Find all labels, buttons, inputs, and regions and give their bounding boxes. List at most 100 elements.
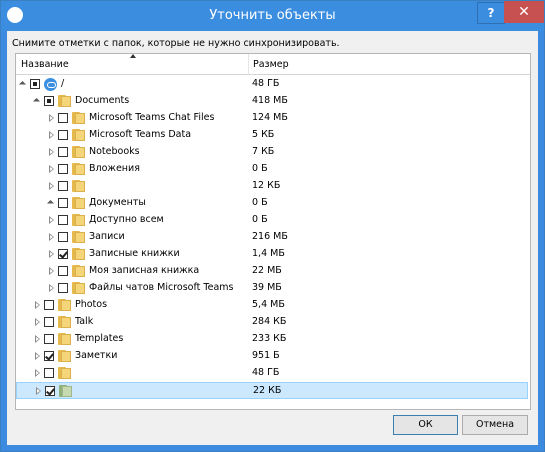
folder-icon (72, 112, 85, 124)
tree-row[interactable]: Заметки 951 Б (16, 348, 528, 365)
expander-collapsed-icon[interactable] (49, 148, 54, 156)
row-size: 48 ГБ (252, 78, 280, 89)
expander-collapsed-icon[interactable] (49, 131, 54, 139)
help-button[interactable]: ? (477, 2, 505, 24)
ok-button[interactable]: ОК (393, 415, 458, 435)
tree-row[interactable]: Записные книжки 1,4 МБ (16, 246, 528, 263)
close-button[interactable]: ✕ (504, 1, 544, 23)
row-checkbox[interactable] (44, 96, 54, 106)
folder-icon (58, 95, 71, 107)
row-checkbox[interactable] (45, 386, 55, 396)
expander-collapsed-icon[interactable] (36, 387, 41, 395)
row-checkbox[interactable] (58, 215, 68, 225)
row-checkbox[interactable] (58, 130, 68, 140)
expander-collapsed-icon[interactable] (49, 165, 54, 173)
tree-row[interactable]: Microsoft Teams Chat Files 124 МБ (16, 110, 528, 127)
row-checkbox[interactable] (58, 181, 68, 191)
tree-row[interactable]: Documents 418 МБ (16, 93, 528, 110)
expander-collapsed-icon[interactable] (35, 335, 40, 343)
tree-row[interactable]: 12 КБ (16, 178, 528, 195)
expander-collapsed-icon[interactable] (49, 267, 54, 275)
tree-row[interactable]: Файлы чатов Microsoft Teams 39 МБ (16, 280, 528, 297)
column-header-name[interactable]: Название (21, 59, 69, 70)
tree-row[interactable]: / 48 ГБ (16, 76, 528, 93)
row-name: Documents (75, 95, 130, 106)
row-size: 12 КБ (252, 180, 281, 191)
tree-row[interactable]: Notebooks 7 КБ (16, 144, 528, 161)
expander-collapsed-icon[interactable] (49, 182, 54, 190)
expander-collapsed-icon[interactable] (35, 318, 40, 326)
title-bar[interactable]: Уточнить объекты ? ✕ (1, 1, 544, 31)
folder-icon (58, 333, 71, 345)
column-separator[interactable] (248, 54, 249, 74)
expander-collapsed-icon[interactable] (35, 369, 40, 377)
expander-collapsed-icon[interactable] (49, 216, 54, 224)
folder-icon (58, 350, 71, 362)
row-checkbox[interactable] (58, 283, 68, 293)
row-name: Microsoft Teams Data (89, 129, 192, 140)
row-name: Документы (89, 197, 146, 208)
row-size: 0 Б (252, 163, 268, 174)
tree-row[interactable]: Вложения 0 Б (16, 161, 528, 178)
row-size: 0 Б (252, 214, 268, 225)
row-size: 124 МБ (252, 112, 288, 123)
folder-icon (58, 316, 71, 328)
row-size: 0 Б (252, 197, 268, 208)
tree-row[interactable]: Templates 233 КБ (16, 331, 528, 348)
expander-open-icon[interactable] (18, 80, 27, 89)
row-checkbox[interactable] (58, 249, 68, 259)
row-checkbox[interactable] (58, 232, 68, 242)
row-checkbox[interactable] (44, 300, 54, 310)
row-size: 233 КБ (252, 333, 287, 344)
row-size: 48 ГБ (252, 367, 280, 378)
expander-open-icon[interactable] (46, 199, 55, 208)
folder-tree[interactable]: Название Размер / 48 ГБ Documents 418 МБ Mic… (15, 53, 531, 410)
row-checkbox[interactable] (58, 198, 68, 208)
row-name: Файлы чатов Microsoft Teams (89, 282, 234, 293)
row-checkbox[interactable] (30, 79, 40, 89)
row-checkbox[interactable] (58, 266, 68, 276)
expander-open-icon[interactable] (32, 97, 41, 106)
row-name: Моя записная книжка (89, 265, 200, 276)
expander-collapsed-icon[interactable] (49, 233, 54, 241)
tree-row[interactable]: Microsoft Teams Data 5 КБ (16, 127, 528, 144)
instruction-text: Снимите отметки с папок, которые не нужн… (12, 38, 340, 49)
tree-row[interactable]: Talk 284 КБ (16, 314, 528, 331)
row-checkbox[interactable] (58, 147, 68, 157)
row-checkbox[interactable] (58, 113, 68, 123)
expander-collapsed-icon[interactable] (49, 250, 54, 258)
expander-collapsed-icon[interactable] (35, 352, 40, 360)
cancel-button[interactable]: Отмена (462, 415, 528, 435)
row-name: Вложения (89, 163, 140, 174)
row-size: 22 МБ (252, 265, 282, 276)
sync-icon (44, 78, 57, 91)
folder-icon (72, 146, 85, 158)
tree-row[interactable]: Документы 0 Б (16, 195, 528, 212)
tree-row[interactable]: 48 ГБ (16, 365, 528, 382)
row-size: 418 МБ (252, 95, 288, 106)
tree-row[interactable]: Photos 5,4 МБ (16, 297, 528, 314)
row-size: 284 КБ (252, 316, 287, 327)
row-checkbox[interactable] (44, 368, 54, 378)
expander-collapsed-icon[interactable] (35, 301, 40, 309)
tree-row[interactable]: Доступно всем 0 Б (16, 212, 528, 229)
folder-icon (72, 180, 85, 192)
tree-row[interactable]: 22 КБ (16, 382, 528, 399)
row-checkbox[interactable] (44, 351, 54, 361)
column-header-size[interactable]: Размер (253, 59, 289, 70)
row-checkbox[interactable] (44, 317, 54, 327)
tree-row[interactable]: Моя записная книжка 22 МБ (16, 263, 528, 280)
row-checkbox[interactable] (58, 164, 68, 174)
row-name: Записные книжки (89, 248, 180, 259)
expander-collapsed-icon[interactable] (49, 114, 54, 122)
row-size: 5,4 МБ (252, 299, 285, 310)
folder-icon (72, 129, 85, 141)
row-checkbox[interactable] (44, 334, 54, 344)
row-size: 22 КБ (253, 385, 282, 396)
folder-icon (72, 282, 85, 294)
folder-icon (72, 248, 85, 260)
row-name: Notebooks (89, 146, 140, 157)
row-size: 1,4 МБ (252, 248, 285, 259)
expander-collapsed-icon[interactable] (49, 284, 54, 292)
tree-row[interactable]: Записи 216 МБ (16, 229, 528, 246)
